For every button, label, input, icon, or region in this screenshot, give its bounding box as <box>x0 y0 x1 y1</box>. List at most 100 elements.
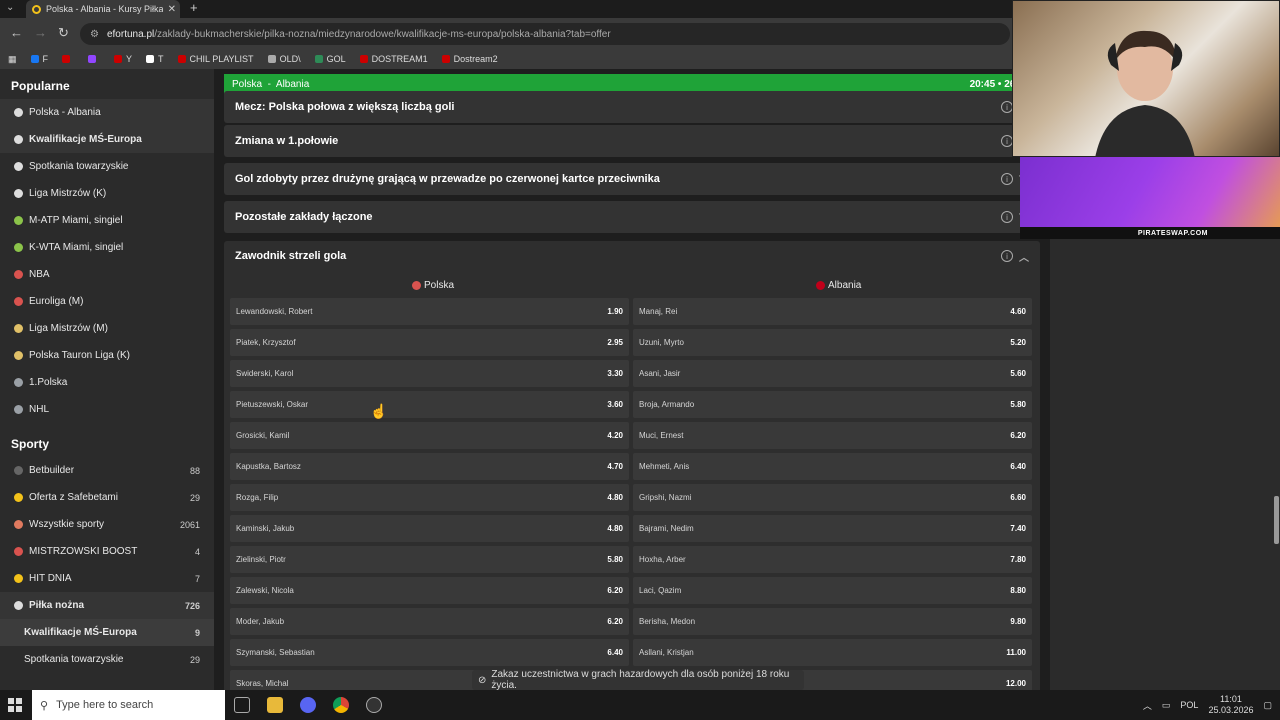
back-icon[interactable]: ← <box>10 25 23 40</box>
page-scrollbar[interactable] <box>1274 496 1279 544</box>
player-odds-button[interactable]: Asllani, Kristjan 11.00 <box>633 639 1032 666</box>
sidebar-item[interactable]: NHL <box>0 396 214 423</box>
player-name: Kapustka, Bartosz <box>236 462 301 471</box>
sidebar-sport-item[interactable]: HIT DNIA 7 <box>0 565 214 592</box>
new-tab-icon[interactable]: + <box>190 0 198 15</box>
player-odd: 6.40 <box>607 648 623 657</box>
windows-start-icon[interactable] <box>8 698 22 712</box>
player-odds-button[interactable]: Bajrami, Nedim 7.40 <box>633 515 1032 542</box>
url-field[interactable]: ⚙ efortuna.pl/zaklady-bukmacherskie/pilk… <box>80 23 1010 45</box>
market-row[interactable]: Pozostałe zakłady łączonei﹀ <box>224 201 1040 233</box>
away-team-header: Albania <box>816 280 861 291</box>
sidebar-subitem-label: Kwalifikacje MŚ-Europa <box>24 627 137 638</box>
sidebar-item[interactable]: Polska - Albania <box>0 99 214 126</box>
market-row[interactable]: Zmiana w 1.połowiei﹀ <box>224 125 1040 157</box>
player-name: Szymanski, Sebastian <box>236 648 315 657</box>
bookmark-item[interactable]: Dostream2 <box>441 54 498 64</box>
player-odds-button[interactable]: Swiderski, Karol 3.30 <box>230 360 629 387</box>
player-odds-button[interactable]: Berisha, Medon 9.80 <box>633 608 1032 635</box>
sidebar-item[interactable]: Liga Mistrzów (M) <box>0 315 214 342</box>
bookmark-item[interactable]: F <box>30 54 48 64</box>
bookmark-item[interactable]: T <box>146 54 164 64</box>
player-odds-button[interactable]: Szymanski, Sebastian 6.40 <box>230 639 629 666</box>
player-odds-button[interactable]: Laci, Qazim 8.80 <box>633 577 1032 604</box>
player-odds-button[interactable]: Zielinski, Piotr 5.80 <box>230 546 629 573</box>
apps-icon[interactable]: ▦ <box>8 54 17 65</box>
player-odds-button[interactable]: Grosicki, Kamil 4.20 <box>230 422 629 449</box>
file-explorer-icon[interactable] <box>267 697 283 713</box>
sidebar-sport-item[interactable]: MISTRZOWSKI BOOST 4 <box>0 538 214 565</box>
player-odds-button[interactable]: Broja, Armando 5.80 <box>633 391 1032 418</box>
sponsor-banner: PIRATESWAP.COM <box>1020 157 1280 239</box>
player-odds-button[interactable]: Pietuszewski, Oskar 3.60 <box>230 391 629 418</box>
sidebar-item[interactable]: Spotkania towarzyskie <box>0 153 214 180</box>
info-icon[interactable]: i <box>1001 250 1013 262</box>
bookmark-item[interactable]: Y <box>114 54 132 64</box>
goal-scorer-header[interactable]: Zawodnik strzeli gola i ︿ <box>224 241 1040 271</box>
tab-list-icon[interactable]: ⌄ <box>6 2 14 13</box>
language-indicator[interactable]: POL <box>1180 700 1198 710</box>
market-row[interactable]: Gol zdobyty przez drużynę grającą w prze… <box>224 163 1040 195</box>
player-odd: 4.80 <box>607 524 623 533</box>
clock[interactable]: 11:01 25.03.2026 <box>1208 694 1253 716</box>
sidebar-item-count: 2061 <box>179 519 200 530</box>
player-odds-button[interactable]: Moder, Jakub 6.20 <box>230 608 629 635</box>
task-view-icon[interactable] <box>234 697 250 713</box>
sidebar-item[interactable]: Kwalifikacje MŚ-Europa <box>0 126 214 153</box>
chrome-icon[interactable] <box>333 697 349 713</box>
player-odds-button[interactable]: Muci, Ernest 6.20 <box>633 422 1032 449</box>
obs-icon[interactable] <box>366 697 382 713</box>
player-name: Berisha, Medon <box>639 617 696 626</box>
player-odds-button[interactable]: Lewandowski, Robert 1.90 <box>230 298 629 325</box>
network-icon[interactable]: ▭ <box>1162 700 1171 711</box>
sidebar-item[interactable]: M-ATP Miami, singiel <box>0 207 214 234</box>
info-icon[interactable]: i <box>1001 211 1013 223</box>
bookmark-item[interactable] <box>88 55 100 63</box>
bookmark-item[interactable] <box>62 55 74 63</box>
bookmark-item[interactable]: CHIL PLAYLIST <box>177 54 254 64</box>
forward-icon[interactable]: → <box>34 25 47 40</box>
player-odd: 6.20 <box>1010 431 1026 440</box>
sidebar-item[interactable]: Euroliga (M) <box>0 288 214 315</box>
player-odds-button[interactable]: Kapustka, Bartosz 4.70 <box>230 453 629 480</box>
sidebar-sport-item[interactable]: Betbuilder 88 <box>0 457 214 484</box>
sidebar-sport-item[interactable]: Wszystkie sporty 2061 <box>0 511 214 538</box>
player-odds-button[interactable]: Piatek, Krzysztof 2.95 <box>230 329 629 356</box>
bookmark-item[interactable]: OLD\ <box>267 54 301 64</box>
player-odds-button[interactable]: Kaminski, Jakub 4.80 <box>230 515 629 542</box>
player-odds-button[interactable]: Hoxha, Arber 7.80 <box>633 546 1032 573</box>
sidebar-item[interactable]: Liga Mistrzów (K) <box>0 180 214 207</box>
tray-expand-icon[interactable]: ︿ <box>1143 699 1152 712</box>
sidebar-sport-item[interactable]: Piłka nożna 726 <box>0 592 214 619</box>
sidebar-item[interactable]: K-WTA Miami, singiel <box>0 234 214 261</box>
notifications-icon[interactable]: ▢ <box>1263 700 1272 711</box>
player-odds-button[interactable]: Gripshi, Nazmi 6.60 <box>633 484 1032 511</box>
sidebar-sport-item[interactable]: Oferta z Safebetami 29 <box>0 484 214 511</box>
bookmark-item[interactable]: GOL <box>314 54 346 64</box>
discord-icon[interactable] <box>300 697 316 713</box>
player-odds-button[interactable]: Mehmeti, Anis 6.40 <box>633 453 1032 480</box>
player-odds-button[interactable]: Asani, Jasir 5.60 <box>633 360 1032 387</box>
sidebar-subitem[interactable]: Kwalifikacje MŚ-Europa 9 <box>0 619 214 646</box>
player-odds-button[interactable]: Rozga, Filip 4.80 <box>230 484 629 511</box>
browser-tab[interactable]: Polska - Albania - Kursy Piłka n ✕ <box>26 0 180 18</box>
sidebar-subitem[interactable]: Spotkania towarzyskie 29 <box>0 646 214 673</box>
sidebar-item[interactable]: 1.Polska <box>0 369 214 396</box>
bookmark-icon <box>88 55 97 63</box>
player-odds-button[interactable]: Manaj, Rei 4.60 <box>633 298 1032 325</box>
market-row[interactable]: Mecz: Polska połowa z większą liczbą gol… <box>224 91 1040 123</box>
player-odds-button[interactable]: Zalewski, Nicola 6.20 <box>230 577 629 604</box>
close-tab-icon[interactable]: ✕ <box>168 4 180 15</box>
player-name: Kaminski, Jakub <box>236 524 295 533</box>
chevron-up-icon[interactable]: ︿ <box>1019 249 1029 264</box>
player-odds-button[interactable]: Uzuni, Myrto 5.20 <box>633 329 1032 356</box>
tennis-ball-icon <box>14 243 23 252</box>
bookmark-item[interactable]: DOSTREAM1 <box>359 54 428 64</box>
info-icon[interactable]: i <box>1001 173 1013 185</box>
taskbar-search[interactable]: ⚲ Type here to search <box>32 690 225 720</box>
sidebar-item[interactable]: Polska Tauron Liga (K) <box>0 342 214 369</box>
site-info-icon[interactable]: ⚙ <box>90 29 99 40</box>
sidebar-item[interactable]: NBA <box>0 261 214 288</box>
safebet-icon <box>14 493 23 502</box>
reload-icon[interactable]: ↻ <box>58 25 69 41</box>
